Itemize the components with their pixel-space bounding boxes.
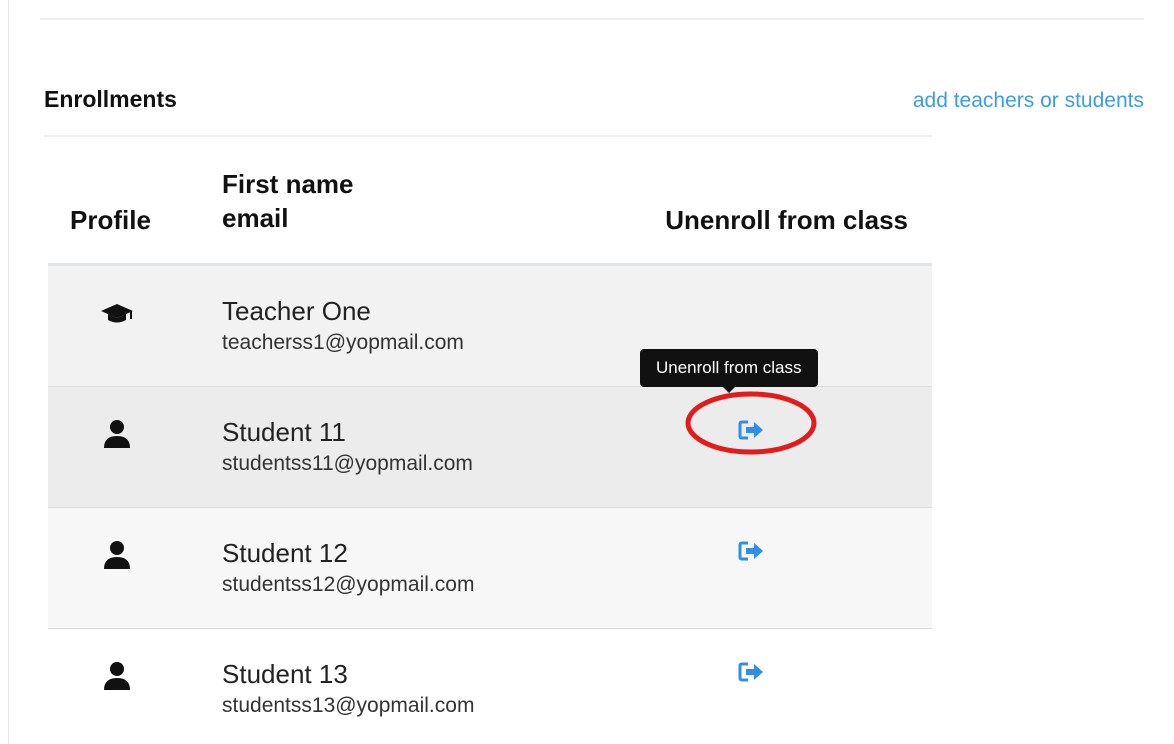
unenroll-tooltip: Unenroll from class xyxy=(640,349,818,393)
enrollments-page: Enrollments add teachers or students Pro… xyxy=(0,0,1174,744)
person-email: teacherss1@yopmail.com xyxy=(222,331,464,354)
name-email-cell: Student 12 studentss12@yopmail.com xyxy=(222,536,474,600)
tooltip-text: Unenroll from class xyxy=(656,358,802,377)
enrollments-table: Profile First name email Unenroll from c… xyxy=(48,137,932,744)
table-header: Profile First name email Unenroll from c… xyxy=(48,137,932,266)
sign-out-icon xyxy=(738,541,763,561)
column-header-unenroll: Unenroll from class xyxy=(665,205,908,235)
person-name: Student 12 xyxy=(222,538,348,568)
person-email: studentss12@yopmail.com xyxy=(222,573,475,596)
section-title: Enrollments xyxy=(44,86,177,112)
tooltip-arrow xyxy=(722,387,735,393)
table-row: Student 13 studentss13@yopmail.com xyxy=(48,629,932,744)
sign-out-icon xyxy=(738,662,763,682)
unenroll-button[interactable] xyxy=(736,657,766,687)
unenroll-button[interactable] xyxy=(736,415,766,445)
graduation-cap-icon xyxy=(100,298,134,328)
name-email-cell: Student 13 studentss13@yopmail.com xyxy=(222,657,474,721)
user-icon xyxy=(100,540,134,570)
name-email-cell: Teacher One teacherss1@yopmail.com xyxy=(222,294,464,358)
person-name: Teacher One xyxy=(222,296,371,326)
name-email-cell: Student 11 studentss11@yopmail.com xyxy=(222,415,473,479)
column-header-name-email: First name email xyxy=(222,167,354,235)
column-header-profile: Profile xyxy=(70,205,151,235)
add-teachers-or-students-link[interactable]: add teachers or students xyxy=(913,89,1144,113)
unenroll-button[interactable] xyxy=(736,536,766,566)
person-name: Student 13 xyxy=(222,659,348,689)
left-border xyxy=(8,0,9,744)
column-header-email: email xyxy=(222,203,289,233)
person-email: studentss11@yopmail.com xyxy=(222,452,473,475)
top-divider xyxy=(40,18,1144,20)
sign-out-icon xyxy=(738,420,763,440)
column-header-first-name: First name xyxy=(222,169,354,199)
table-row: Student 11 studentss11@yopmail.com xyxy=(48,387,932,508)
table-row: Student 12 studentss12@yopmail.com xyxy=(48,508,932,629)
person-name: Student 11 xyxy=(222,417,346,447)
person-email: studentss13@yopmail.com xyxy=(222,694,475,717)
user-icon xyxy=(100,419,134,449)
user-icon xyxy=(100,661,134,691)
